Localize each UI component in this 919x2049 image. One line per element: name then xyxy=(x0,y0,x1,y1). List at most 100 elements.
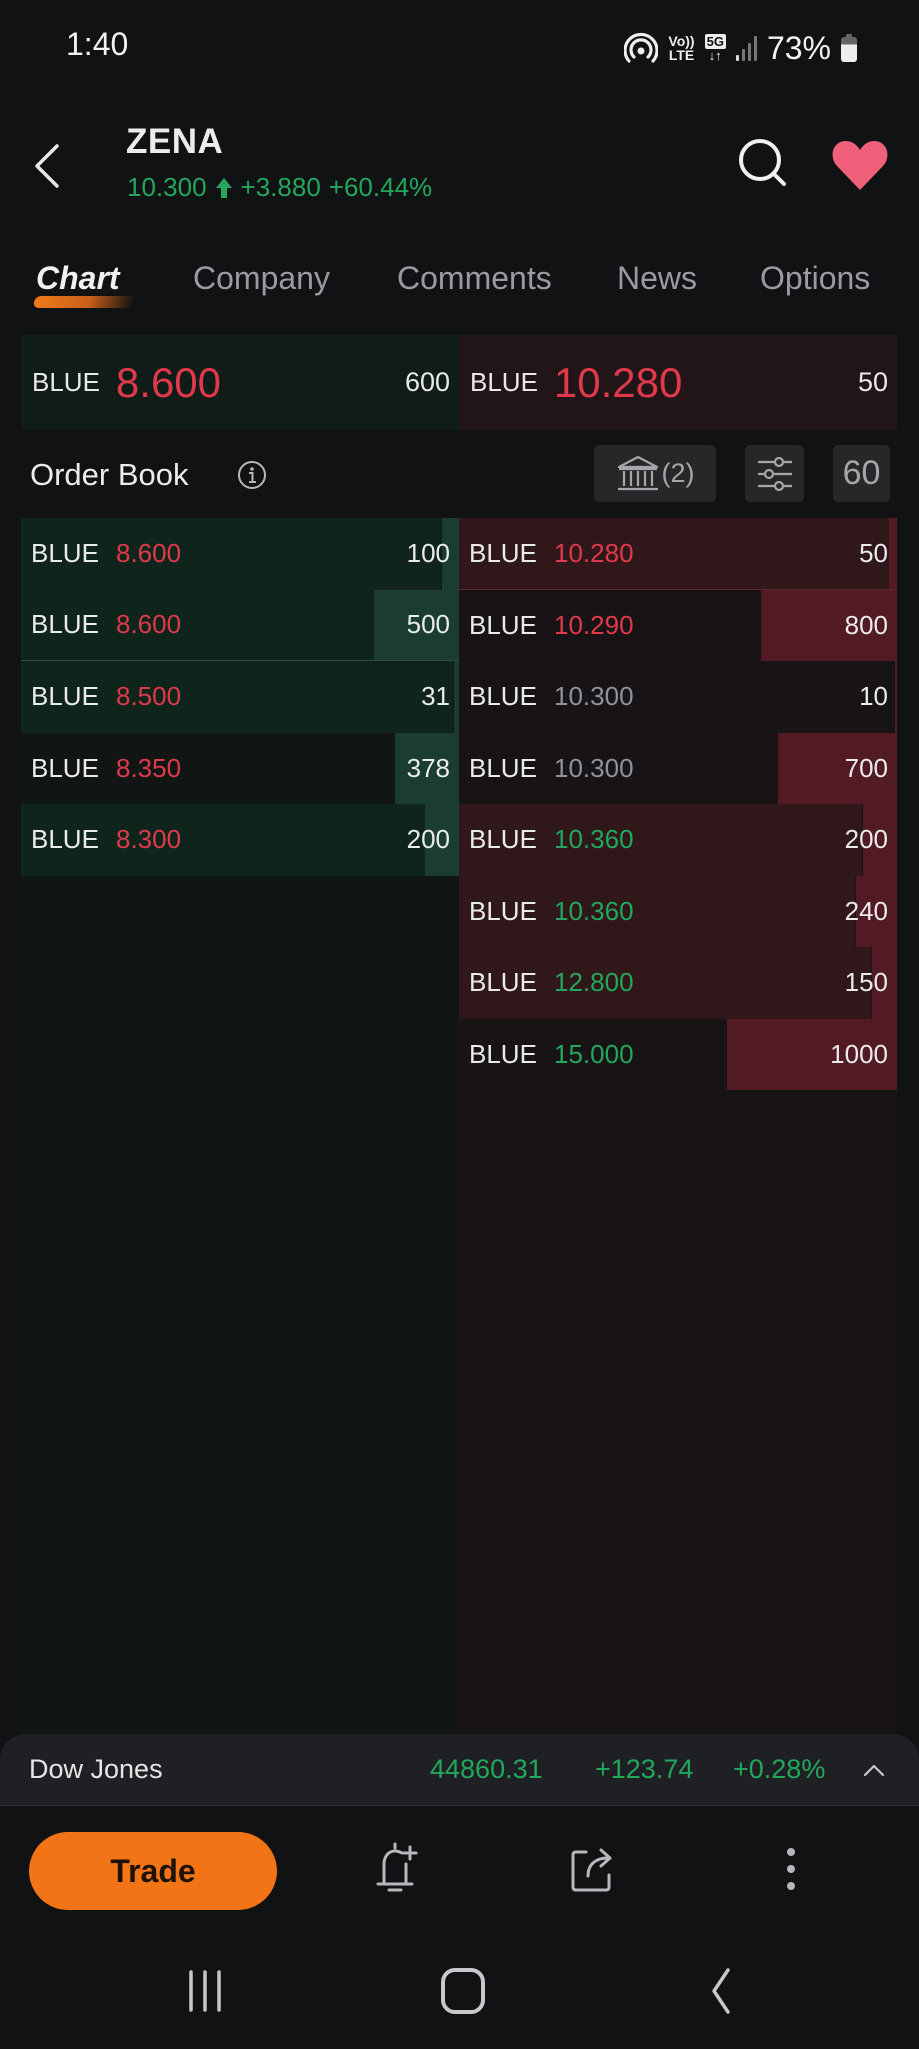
ask-row[interactable]: BLUE 15.000 1000 xyxy=(459,1018,897,1090)
ask-qty: 150 xyxy=(844,967,888,998)
ask-row[interactable]: BLUE 10.290 800 xyxy=(459,589,897,661)
ask-price: 10.360 xyxy=(554,895,634,926)
volte-icon: Vo)) LTE xyxy=(668,34,694,62)
order-book-header: Order Book (2) 60 xyxy=(21,440,897,510)
tab-comments[interactable]: Comments xyxy=(397,260,552,297)
search-icon xyxy=(739,139,786,186)
ask-broker: BLUE xyxy=(469,537,537,568)
ask-row[interactable]: BLUE 12.800 150 xyxy=(459,947,897,1019)
filter-button[interactable] xyxy=(745,445,804,502)
bid-side: BLUE 8.600 100 BLUE 8.600 500 BLUE 8.500 31 BLUE 8… xyxy=(21,518,459,1733)
ask-broker: BLUE xyxy=(469,681,537,712)
broker-count: (2) xyxy=(661,458,695,488)
ask-price: 10.280 xyxy=(554,537,634,568)
ask-row[interactable]: BLUE 10.360 240 xyxy=(459,875,897,947)
index-change: +123.74 xyxy=(595,1754,694,1784)
ask-row[interactable]: BLUE 10.300 700 xyxy=(459,732,897,804)
battery-percent: 73% xyxy=(766,29,831,66)
ask-side: BLUE 10.280 50 BLUE 10.290 800 BLUE 10.300 10 BLU… xyxy=(459,518,897,1733)
best-bid-price: 8.600 xyxy=(115,358,222,406)
best-bid-broker: BLUE xyxy=(32,367,100,397)
bid-broker: BLUE xyxy=(31,752,99,783)
bid-price: 8.350 xyxy=(116,752,182,783)
price-change-pct: +60.44% xyxy=(328,172,433,202)
best-bid-qty: 600 xyxy=(404,367,450,397)
bid-row[interactable]: BLUE 8.350 378 xyxy=(21,732,459,804)
favorite-button[interactable] xyxy=(830,138,890,192)
trade-button[interactable]: Trade xyxy=(29,1832,277,1910)
ask-broker: BLUE xyxy=(469,824,537,855)
ask-qty: 800 xyxy=(844,609,888,640)
info-icon[interactable] xyxy=(237,460,267,490)
bid-row[interactable]: BLUE 8.300 200 xyxy=(21,804,459,876)
bid-qty: 100 xyxy=(406,538,450,569)
last-price: 10.300 xyxy=(127,172,207,202)
best-ask[interactable]: BLUE 10.280 50 xyxy=(459,335,897,430)
price-change: +3.880 xyxy=(240,172,321,202)
bid-broker: BLUE xyxy=(31,538,99,569)
chevron-up-icon[interactable] xyxy=(862,1760,886,1780)
bid-row[interactable]: BLUE 8.500 31 xyxy=(21,661,459,733)
tab-news[interactable]: News xyxy=(617,260,697,297)
status-time: 1:40 xyxy=(66,26,129,62)
bid-broker: BLUE xyxy=(31,609,99,640)
sliders-icon xyxy=(757,456,792,491)
tab-chart[interactable]: Chart xyxy=(36,260,120,297)
action-bar: Trade xyxy=(0,1806,919,1936)
ask-volume-bar xyxy=(888,518,897,589)
back-icon xyxy=(35,144,59,188)
ask-row[interactable]: BLUE 10.360 200 xyxy=(459,804,897,876)
broker-queue-button[interactable]: (2) xyxy=(594,445,716,502)
ask-broker: BLUE xyxy=(469,609,537,640)
bank-icon xyxy=(617,455,658,490)
ask-row[interactable]: BLUE 10.280 50 xyxy=(459,518,897,590)
heart-icon xyxy=(832,140,888,190)
stock-quote: 10.300 +3.880 +60.44% xyxy=(127,172,432,203)
arrow-up-icon xyxy=(215,177,232,198)
system-back-icon[interactable] xyxy=(690,1966,750,2016)
stock-header: ZENA 10.300 +3.880 +60.44% xyxy=(0,110,919,220)
ask-price: 10.290 xyxy=(554,609,634,640)
more-icon[interactable] xyxy=(766,1842,816,1896)
back-button[interactable] xyxy=(22,138,70,194)
active-tab-indicator xyxy=(32,296,136,308)
data-arrows: ↓↑ xyxy=(708,47,722,63)
best-ask-broker: BLUE xyxy=(470,367,538,397)
bid-price: 8.600 xyxy=(116,609,182,640)
tab-options[interactable]: Options xyxy=(760,260,870,297)
share-icon[interactable] xyxy=(568,1842,618,1896)
ask-broker: BLUE xyxy=(469,752,537,783)
order-book: BLUE 8.600 100 BLUE 8.600 500 BLUE 8.500 31 BLUE 8… xyxy=(21,518,897,1733)
tab-company[interactable]: Company xyxy=(193,260,330,297)
system-nav-bar xyxy=(0,1936,919,2049)
index-ticker-bar[interactable]: Dow Jones 44860.31 +123.74 +0.28% xyxy=(0,1734,919,1806)
add-alert-icon[interactable] xyxy=(370,1842,420,1896)
bid-row[interactable]: BLUE 8.600 100 xyxy=(21,518,459,590)
bid-qty: 31 xyxy=(421,681,450,712)
battery-icon xyxy=(841,34,857,62)
bid-price: 8.600 xyxy=(116,538,182,569)
bid-price: 8.300 xyxy=(116,824,182,855)
home-icon[interactable] xyxy=(433,1966,493,2016)
ask-qty: 50 xyxy=(859,537,888,568)
search-button[interactable] xyxy=(736,136,790,190)
ask-price: 15.000 xyxy=(554,1038,634,1069)
best-bid[interactable]: BLUE 8.600 600 xyxy=(21,335,459,430)
bid-row[interactable]: BLUE 8.600 500 xyxy=(21,589,459,661)
ask-price: 10.360 xyxy=(554,824,634,855)
status-icons: Vo)) LTE 5G ↓↑ 73% xyxy=(624,28,857,68)
ask-qty: 200 xyxy=(844,824,888,855)
bid-qty: 500 xyxy=(406,609,450,640)
signal-icon xyxy=(735,35,757,61)
ask-row[interactable]: BLUE 10.300 10 xyxy=(459,661,897,733)
ask-volume-bar xyxy=(895,661,897,733)
ask-qty: 240 xyxy=(844,895,888,926)
ask-price: 12.800 xyxy=(554,967,634,998)
index-change-pct: +0.28% xyxy=(733,1754,826,1784)
recent-apps-icon[interactable] xyxy=(175,1966,235,2016)
bid-qty: 378 xyxy=(406,752,450,783)
index-value: 44860.31 xyxy=(430,1754,543,1784)
depth-level-button[interactable]: 60 xyxy=(833,445,890,502)
network-type: 5G xyxy=(704,33,726,49)
best-ask-price: 10.280 xyxy=(553,358,683,406)
